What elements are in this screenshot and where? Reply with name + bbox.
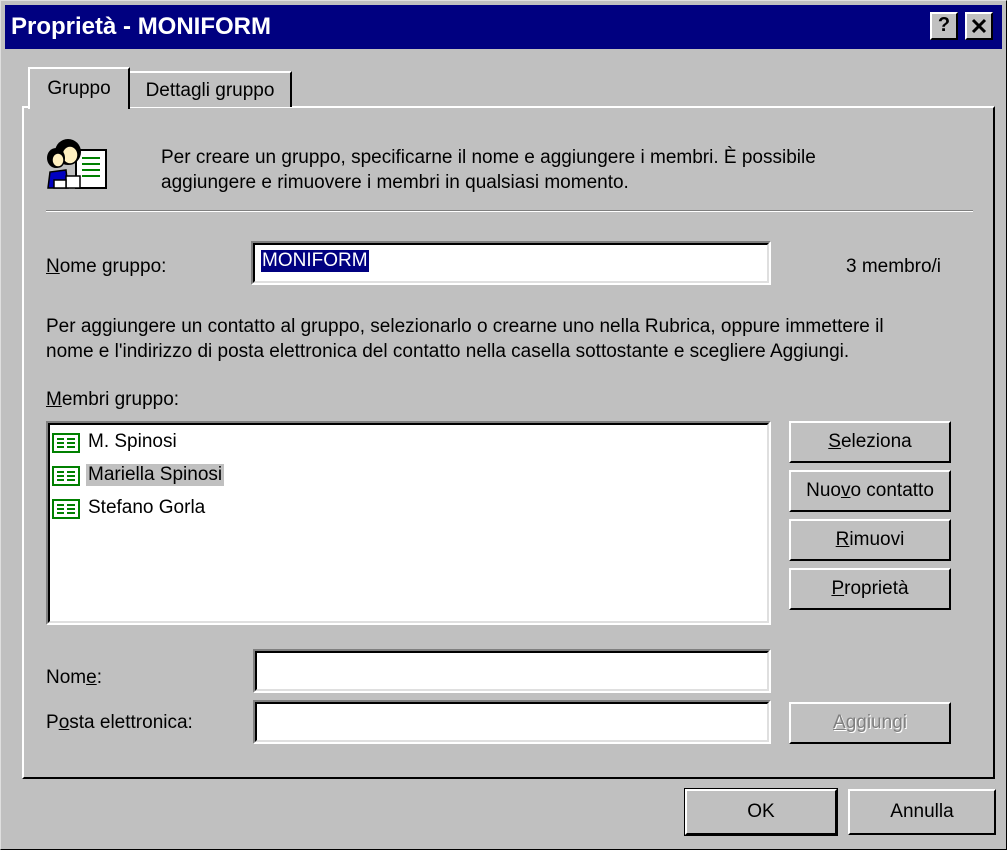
add-button-label: Aggiungi (791, 712, 949, 734)
select-label-accel: S (828, 431, 841, 452)
instructions-line-1: Per aggiungere un contatto al gruppo, se… (46, 316, 884, 337)
group-name-label: Nome gruppo: (46, 256, 166, 278)
group-name-value: MONIFORM (261, 250, 369, 272)
properties-label-post: roprietà (844, 578, 909, 599)
add-label-post: ggiungi (845, 712, 907, 733)
members-list[interactable]: M. Spinosi Mariella Spinosi Stefano Gorl… (46, 421, 771, 625)
member-count: 3 membro/i (846, 256, 942, 277)
group-name-label-accel: N (46, 256, 60, 277)
select-button[interactable]: Seleziona (789, 421, 951, 463)
email-input[interactable] (253, 700, 771, 744)
name-input[interactable] (253, 649, 771, 693)
cancel-button[interactable]: Annulla (848, 789, 996, 835)
close-button[interactable] (965, 12, 993, 40)
new-contact-label-post: o contatto (850, 480, 934, 501)
cancel-button-label: Annulla (890, 801, 954, 822)
remove-button[interactable]: Rimuovi (789, 519, 951, 561)
properties-button-label: Proprietà (791, 578, 949, 600)
tab-dettagli-label: Dettagli gruppo (145, 80, 275, 101)
group-name-input[interactable]: MONIFORM (251, 241, 771, 285)
new-contact-button-label: Nuovo contatto (791, 480, 949, 502)
members-label-accel: M (46, 389, 62, 410)
member-name: Stefano Gorla (88, 497, 206, 518)
member-name: M. Spinosi (88, 431, 177, 452)
title-bar[interactable]: Proprietà - MONIFORM ? (5, 5, 1002, 49)
contact-card-icon (52, 499, 80, 519)
ok-button-label: OK (747, 801, 775, 822)
select-button-label: Seleziona (791, 431, 949, 453)
remove-label-accel: R (835, 529, 850, 550)
email-label-accel: o (58, 712, 70, 733)
properties-label-accel: P (831, 578, 845, 599)
ok-button[interactable]: OK (684, 788, 838, 836)
add-label-accel: A (833, 712, 846, 733)
tab-panel: Per creare un gruppo, specificarne il no… (22, 106, 995, 779)
add-button[interactable]: Aggiungi (789, 702, 951, 744)
email-label-pre: P (46, 712, 59, 733)
properties-button[interactable]: Proprietà (789, 568, 951, 610)
close-icon (971, 18, 987, 34)
name-label-pre: Nom (46, 667, 87, 688)
intro-line-1: Per creare un gruppo, specificarne il no… (161, 147, 816, 168)
remove-label-post: imuovi (849, 529, 905, 550)
tab-gruppo-label: Gruppo (47, 78, 111, 99)
group-people-icon (47, 139, 107, 189)
new-contact-label-pre: Nuo (806, 480, 841, 501)
name-label-post: : (96, 667, 102, 688)
group-name-label-post: ome gruppo: (59, 256, 167, 277)
properties-dialog: Proprietà - MONIFORM ? Gruppo Dettagli g… (0, 0, 1007, 850)
email-label-post: sta elettronica: (69, 712, 193, 733)
help-button[interactable]: ? (930, 12, 958, 40)
instructions-line-2: nome e l'indirizzo di posta elettronica … (46, 341, 850, 362)
contact-card-icon (52, 433, 80, 453)
email-field-label: Posta elettronica: (46, 712, 193, 734)
member-name: Mariella Spinosi (86, 464, 225, 486)
dialog-title: Proprietà - MONIFORM (11, 13, 272, 40)
members-label-post: embri gruppo: (61, 389, 180, 410)
select-label-post: eleziona (840, 431, 912, 452)
tab-dettagli-gruppo[interactable]: Dettagli gruppo (128, 71, 292, 107)
members-label: Membri gruppo: (46, 389, 179, 411)
contact-card-icon (52, 466, 80, 486)
new-contact-button[interactable]: Nuovo contatto (789, 470, 951, 512)
tab-gruppo[interactable]: Gruppo (28, 67, 130, 109)
name-field-label: Nome: (46, 667, 102, 689)
intro-line-2: aggiungere e rimuovere i membri in quals… (161, 172, 629, 193)
name-label-accel: e (86, 667, 97, 688)
remove-button-label: Rimuovi (791, 529, 949, 551)
separator (46, 210, 973, 212)
